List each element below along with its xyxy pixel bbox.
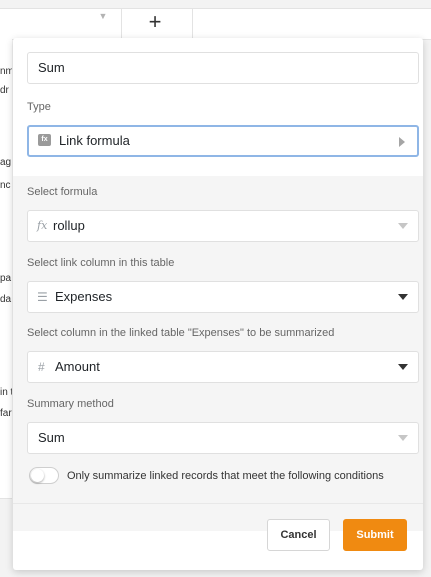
cell-text-fragment: dr bbox=[0, 85, 9, 96]
formula-value: rollup bbox=[53, 218, 85, 233]
linked-column-select[interactable]: # Amount bbox=[27, 351, 419, 383]
column-name-input[interactable]: Sum bbox=[27, 52, 419, 84]
fx-icon: fx bbox=[37, 219, 48, 232]
link-column-select[interactable]: ☰ Expenses bbox=[27, 281, 419, 313]
table-body-strip bbox=[0, 38, 12, 499]
cell-text-fragment: in t bbox=[0, 387, 12, 398]
column-name-value: Sum bbox=[38, 60, 65, 75]
submit-button[interactable]: Submit bbox=[343, 519, 407, 551]
link-column-value: Expenses bbox=[55, 289, 113, 304]
select-formula-label: Select formula bbox=[27, 186, 98, 198]
table-header-strip bbox=[0, 8, 431, 40]
number-icon: # bbox=[38, 360, 45, 374]
cell-text-fragment: ag bbox=[0, 157, 12, 168]
linked-column-value: Amount bbox=[55, 359, 100, 374]
chevron-down-icon bbox=[398, 223, 408, 229]
summary-method-value: Sum bbox=[38, 430, 65, 445]
footer-divider bbox=[13, 503, 423, 504]
column-settings-dialog: Sum Type fx Link formula Select formula … bbox=[13, 38, 423, 570]
cell-text-fragment: nm bbox=[0, 66, 12, 77]
cell-text-fragment: nc bbox=[0, 180, 11, 191]
chevron-down-icon bbox=[398, 435, 408, 441]
type-select[interactable]: fx Link formula bbox=[27, 125, 419, 157]
column-separator bbox=[192, 8, 193, 38]
type-label: Type bbox=[27, 101, 51, 113]
chevron-down-icon bbox=[398, 294, 408, 300]
linked-column-label: Select column in the linked table "Expen… bbox=[27, 327, 335, 339]
cell-text-fragment: far bbox=[0, 408, 12, 419]
chevron-down-icon bbox=[398, 364, 408, 370]
link-column-label: Select link column in this table bbox=[27, 257, 175, 269]
cancel-button[interactable]: Cancel bbox=[267, 519, 330, 551]
condition-toggle-label: Only summarize linked records that meet … bbox=[67, 470, 384, 482]
cell-text-fragment: da bbox=[0, 294, 12, 305]
add-column-icon[interactable]: + bbox=[145, 10, 165, 34]
type-value: Link formula bbox=[59, 133, 130, 148]
condition-toggle[interactable] bbox=[29, 467, 59, 484]
column-separator bbox=[121, 8, 122, 38]
summary-method-label: Summary method bbox=[27, 398, 114, 410]
toggle-knob bbox=[31, 469, 44, 482]
chevron-right-icon bbox=[399, 137, 405, 147]
formula-icon: fx bbox=[38, 134, 51, 146]
cell-text-fragment: pa bbox=[0, 273, 12, 284]
column-dropdown-icon[interactable]: ▼ bbox=[98, 11, 108, 21]
formula-select[interactable]: fx rollup bbox=[27, 210, 419, 242]
long-text-icon: ☰ bbox=[37, 290, 48, 304]
summary-method-select[interactable]: Sum bbox=[27, 422, 419, 454]
